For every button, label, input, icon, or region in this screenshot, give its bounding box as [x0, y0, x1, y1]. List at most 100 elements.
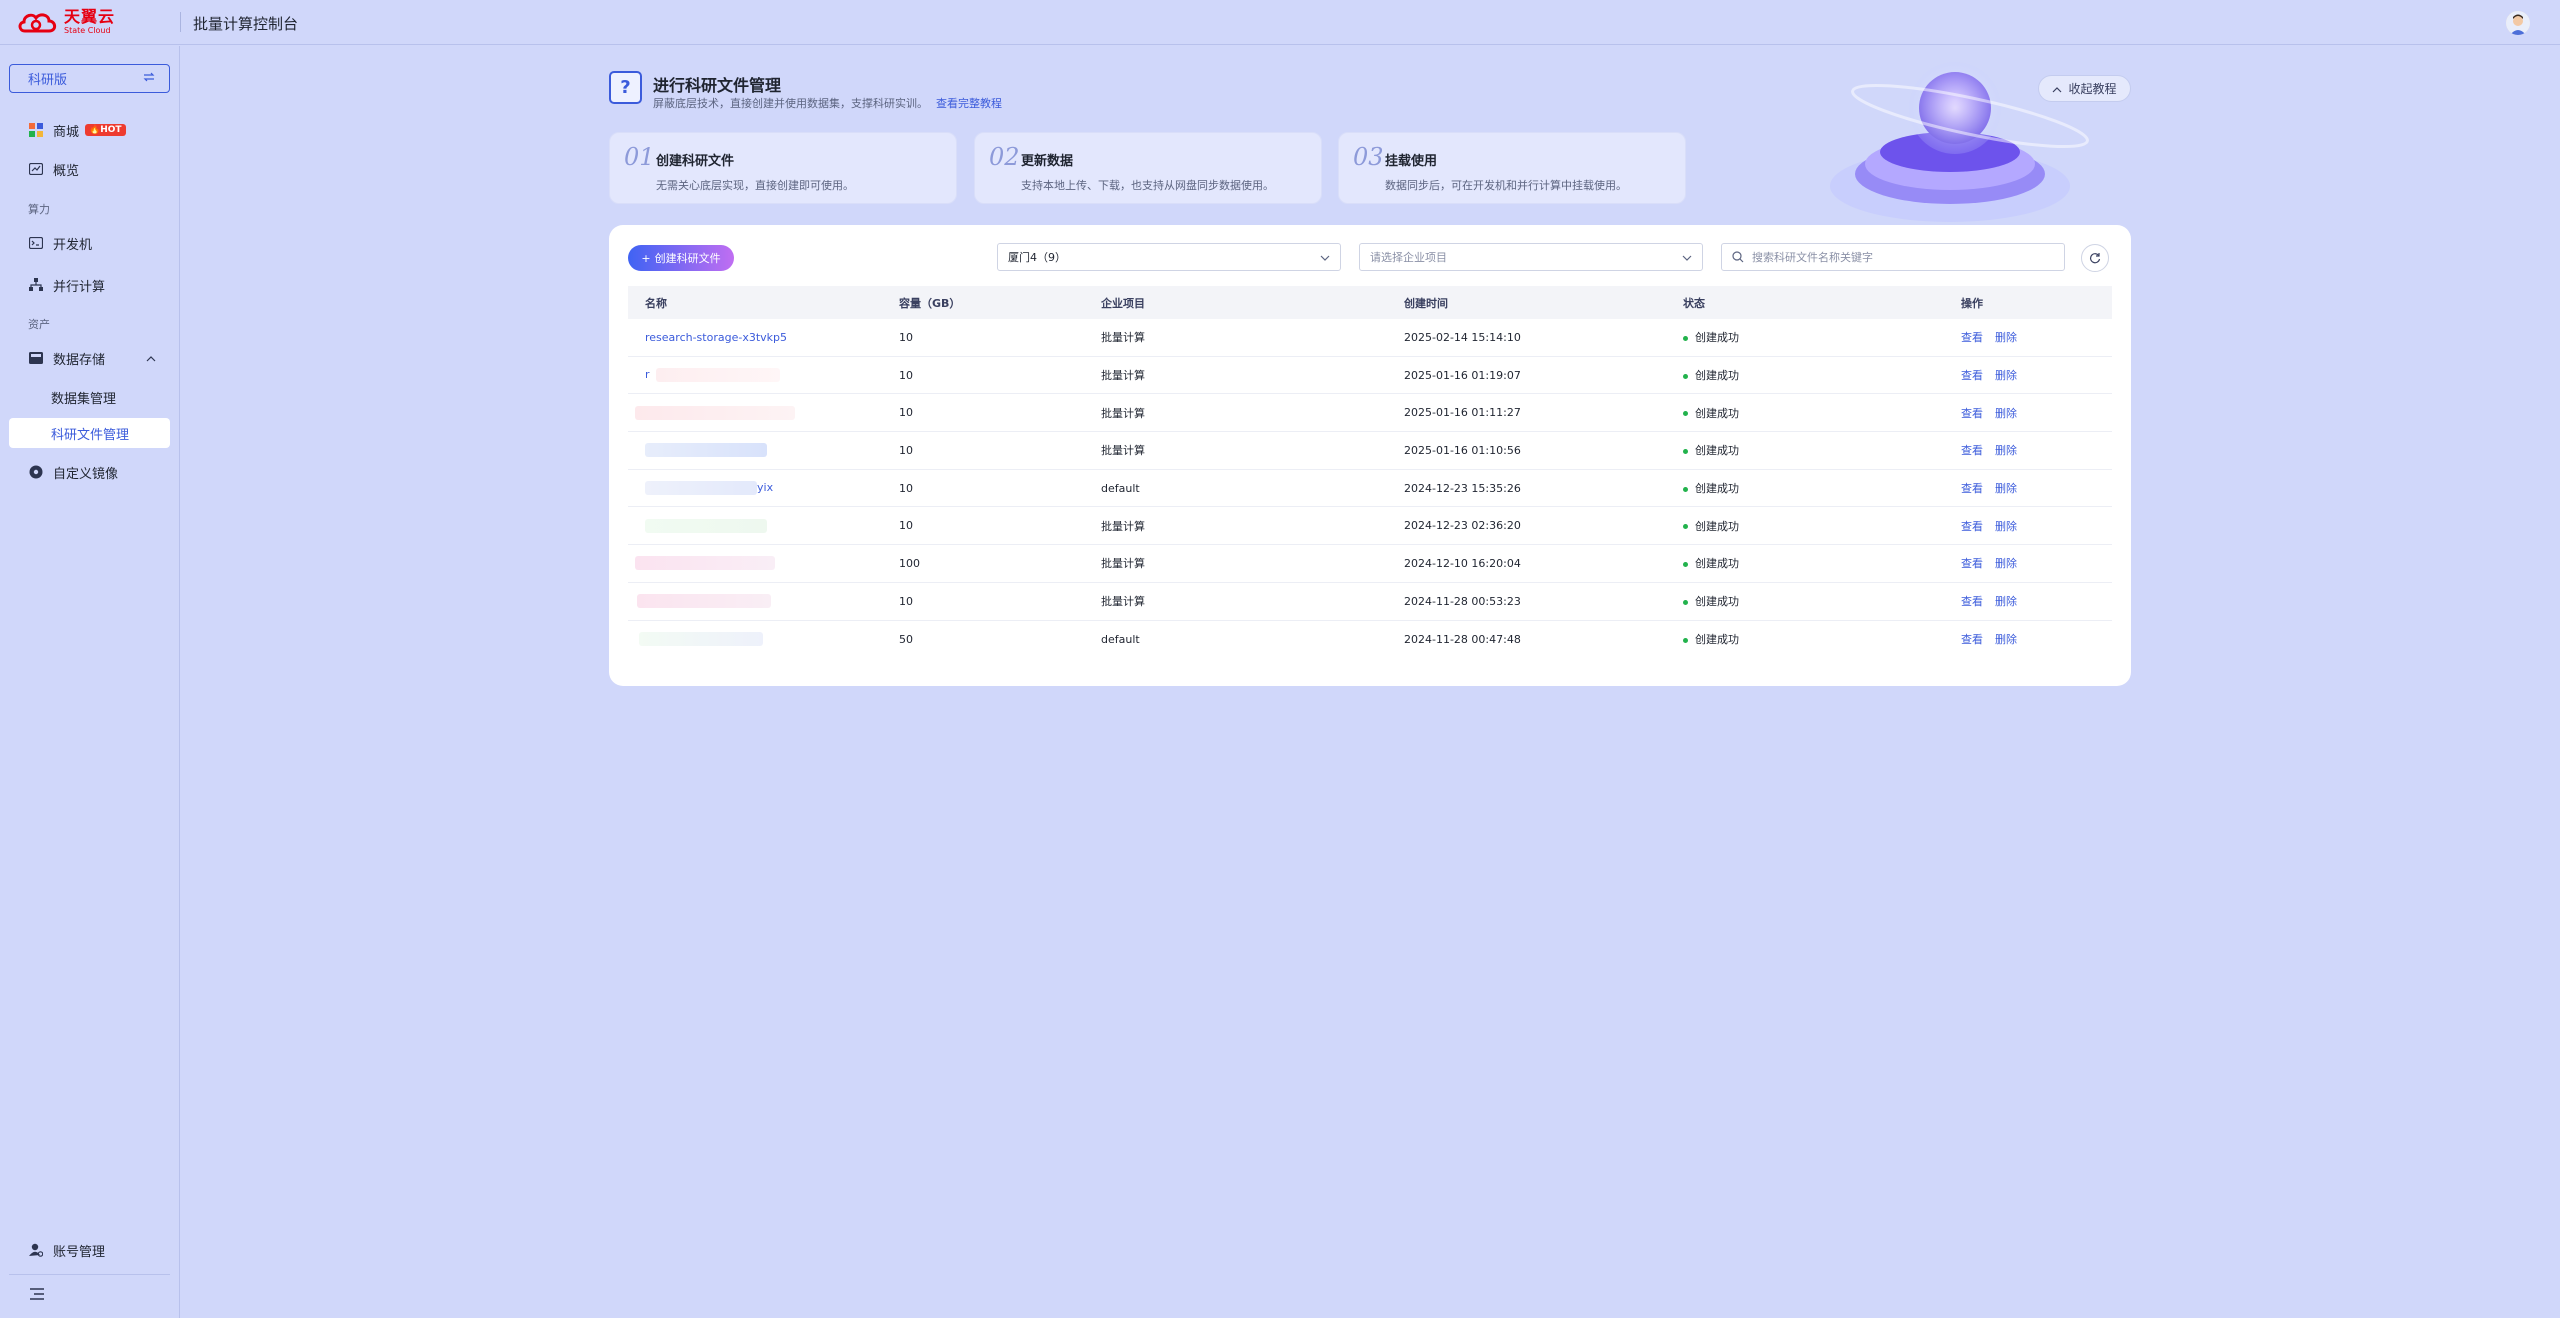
- status-cell: 创建成功: [1683, 329, 1961, 345]
- file-name-link[interactable]: r: [645, 368, 650, 381]
- delete-button[interactable]: 删除: [1995, 557, 2017, 570]
- sidebar-item-label: 账号管理: [53, 1244, 106, 1260]
- status-text: 创建成功: [1695, 331, 1739, 345]
- redacted-name: [635, 556, 775, 571]
- status-text: 创建成功: [1695, 444, 1739, 458]
- status-cell: 创建成功: [1683, 442, 1961, 458]
- view-button[interactable]: 查看: [1961, 369, 1983, 382]
- research-files-table: 名称 容量（GB） 企业项目 创建时间 状态 操作 research-stora…: [628, 286, 2112, 658]
- account-icon: [28, 1242, 44, 1258]
- view-button[interactable]: 查看: [1961, 520, 1983, 533]
- sidebar-item-overview[interactable]: 概览: [9, 154, 170, 184]
- refresh-button[interactable]: [2081, 244, 2109, 272]
- sidebar-item-parallel[interactable]: 并行计算: [9, 270, 170, 300]
- table-row: r 10 批量计算 2025-01-16 01:19:07 创建成功 查看 删除: [628, 357, 2112, 395]
- delete-button[interactable]: 删除: [1995, 595, 2017, 608]
- created-cell: 2025-02-14 15:14:10: [1404, 330, 1521, 344]
- table-row: 100 批量计算 2024-12-10 16:20:04 创建成功 查看 删除: [628, 545, 2112, 583]
- status-text: 创建成功: [1695, 482, 1739, 496]
- hot-badge: 🔥HOT: [85, 124, 126, 136]
- image-icon: [28, 464, 44, 480]
- capacity-cell: 100: [899, 556, 920, 570]
- file-name-link[interactable]: research-storage-x3tvkp5: [645, 331, 787, 344]
- top-header: 天翼云 State Cloud 批量计算控制台: [0, 0, 2560, 45]
- delete-button[interactable]: 删除: [1995, 520, 2017, 533]
- capacity-cell: 10: [899, 330, 913, 344]
- step-card-1: 01 创建科研文件 无需关心底层实现，直接创建即可使用。: [609, 132, 957, 204]
- status-cell: 创建成功: [1683, 631, 1961, 647]
- search-box[interactable]: [1721, 243, 2065, 271]
- chevron-down-icon: [1320, 251, 1330, 264]
- delete-button[interactable]: 删除: [1995, 407, 2017, 420]
- page-description-text: 屏蔽底层技术，直接创建并使用数据集，支撑科研实训。: [653, 97, 928, 110]
- redacted-name: [637, 594, 771, 609]
- status-dot: [1683, 561, 1688, 567]
- sidebar-item-label: 科研文件管理: [51, 427, 130, 443]
- console-title: 批量计算控制台: [193, 15, 299, 33]
- view-button[interactable]: 查看: [1961, 557, 1983, 570]
- status-text: 创建成功: [1695, 557, 1739, 571]
- project-select[interactable]: 请选择企业项目: [1359, 243, 1703, 271]
- delete-button[interactable]: 删除: [1995, 444, 2017, 457]
- view-button[interactable]: 查看: [1961, 407, 1983, 420]
- sidebar-item-datasets[interactable]: 数据集管理: [9, 382, 170, 412]
- step-card-3: 03 挂载使用 数据同步后，可在开发机和并行计算中挂载使用。: [1338, 132, 1686, 204]
- status-dot: [1683, 448, 1688, 454]
- sidebar-item-shop[interactable]: 商城 🔥HOT: [9, 115, 170, 145]
- research-files-panel: + 创建科研文件 厦门4（9） 请选择企业项目 名称 容量（GB） 企业项目 创…: [609, 225, 2131, 686]
- logo-text: 天翼云: [64, 7, 116, 26]
- capacity-cell: 10: [899, 594, 913, 608]
- view-button[interactable]: 查看: [1961, 331, 1983, 344]
- column-header-status: 状态: [1683, 296, 1705, 310]
- chart-icon: [28, 161, 44, 177]
- redacted-name: [645, 481, 757, 496]
- sidebar-item-custom-image[interactable]: 自定义镜像: [9, 457, 170, 487]
- delete-button[interactable]: 删除: [1995, 482, 2017, 495]
- switch-icon: [143, 71, 155, 86]
- user-avatar[interactable]: [2506, 11, 2530, 35]
- status-cell: 创建成功: [1683, 555, 1961, 571]
- sidebar-item-account[interactable]: 账号管理: [9, 1235, 170, 1265]
- capacity-cell: 50: [899, 632, 913, 646]
- status-dot: [1683, 637, 1688, 643]
- delete-button[interactable]: 删除: [1995, 633, 2017, 646]
- project-cell: 批量计算: [1101, 519, 1145, 533]
- sidebar-item-research-files[interactable]: 科研文件管理: [9, 418, 170, 448]
- brand-logo[interactable]: 天翼云 State Cloud: [16, 9, 115, 35]
- file-name-link[interactable]: yix: [757, 481, 773, 494]
- table-header: 名称 容量（GB） 企业项目 创建时间 状态 操作: [628, 286, 2112, 319]
- question-icon: ?: [609, 71, 642, 104]
- column-header-actions: 操作: [1961, 296, 1983, 310]
- cloud-logo-icon: [18, 13, 57, 33]
- table-row: 50 default 2024-11-28 00:47:48 创建成功 查看 删除: [628, 621, 2112, 659]
- region-select[interactable]: 厦门4（9）: [997, 243, 1341, 271]
- sidebar-item-dev-machine[interactable]: 开发机: [9, 228, 170, 258]
- view-button[interactable]: 查看: [1961, 444, 1983, 457]
- view-button[interactable]: 查看: [1961, 595, 1983, 608]
- sidebar-item-label: 商城: [53, 124, 80, 140]
- edition-switch[interactable]: 科研版: [9, 64, 170, 93]
- view-button[interactable]: 查看: [1961, 482, 1983, 495]
- sidebar-item-label: 数据集管理: [51, 391, 117, 407]
- sidebar-item-storage[interactable]: 数据存储: [9, 343, 170, 373]
- delete-button[interactable]: 删除: [1995, 369, 2017, 382]
- sidebar-item-label: 自定义镜像: [53, 466, 119, 482]
- sidebar-item-label: 数据存储: [53, 352, 106, 368]
- project-cell: 批量计算: [1101, 444, 1145, 458]
- view-button[interactable]: 查看: [1961, 633, 1983, 646]
- menu-collapse-icon[interactable]: [30, 1285, 46, 1300]
- collapse-tutorial-button[interactable]: 收起教程: [2038, 75, 2131, 102]
- sidebar: 科研版 商城 🔥HOT 概览 算力 开发机 并行计算 资产 数据存储 数据集管理…: [0, 46, 180, 1318]
- search-input[interactable]: [1752, 250, 2064, 264]
- created-cell: 2025-01-16 01:10:56: [1404, 443, 1521, 457]
- column-header-project: 企业项目: [1101, 296, 1145, 310]
- status-dot: [1683, 373, 1688, 379]
- full-tutorial-link[interactable]: 查看完整教程: [936, 97, 1002, 110]
- search-icon: [1732, 248, 1744, 267]
- avatar-icon: [2506, 11, 2530, 35]
- column-header-capacity: 容量（GB）: [899, 296, 961, 310]
- step-card-2: 02 更新数据 支持本地上传、下载，也支持从网盘同步数据使用。: [974, 132, 1322, 204]
- delete-button[interactable]: 删除: [1995, 331, 2017, 344]
- chevron-up-icon: [146, 351, 156, 366]
- create-research-file-button[interactable]: + 创建科研文件: [628, 245, 734, 271]
